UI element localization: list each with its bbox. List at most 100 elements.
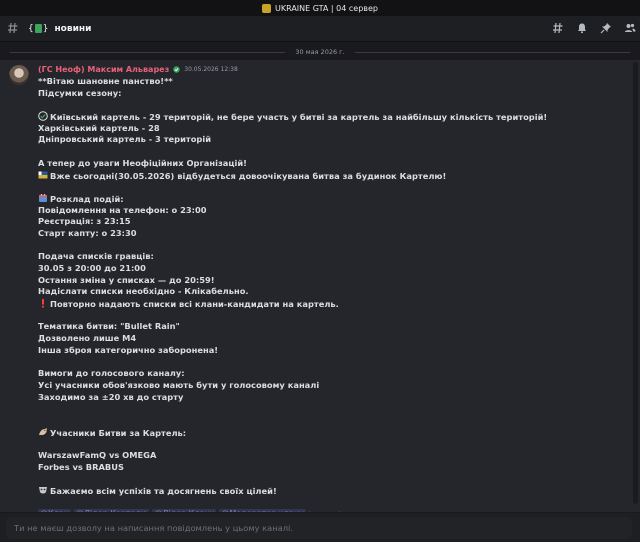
- message-item[interactable]: (ГС Неоф) Максим Альварез 30.05.2026 12:…: [0, 60, 640, 512]
- message-line[interactable]: Надіслати списки необхідно - Клікабельно…: [38, 286, 598, 298]
- check-circle-icon: [38, 111, 48, 121]
- message-line: Київський картель - 29 територій, не бер…: [38, 111, 598, 123]
- window-title: UKRAINE GTA | 04 сервер: [274, 3, 379, 13]
- message-line: Розклад подій:: [38, 193, 598, 205]
- role-mention[interactable]: @Модератор клану: [219, 509, 306, 512]
- message-header: (ГС Неоф) Максим Альварез 30.05.2026 12:…: [38, 65, 238, 74]
- role-mention[interactable]: @Лідер Клану: [152, 509, 217, 512]
- date-divider-label: 30 мая 2026 г.: [295, 48, 345, 56]
- message-line: Вже сьогодні(30.05.2026) відбудеться дов…: [38, 170, 598, 182]
- message-line-text: Повідомлення на телефон: о 23:00: [38, 204, 207, 215]
- threads-icon[interactable]: [552, 22, 564, 34]
- pin-icon[interactable]: [600, 22, 612, 34]
- calendar-icon: [38, 193, 48, 203]
- message-line: Бажаємо всім успіхів та досягнень своїх …: [38, 485, 598, 497]
- scrollbar-thumb[interactable]: [633, 62, 638, 504]
- message-line-text: Бажаємо всім успіхів та досягнень своїх …: [50, 486, 277, 497]
- message-line-text: Дніпровський картель - 3 територій: [38, 134, 212, 145]
- message-line-text: 30.05 з 20:00 до 21:00: [38, 263, 146, 273]
- message-line-text: Підсумки сезону:: [38, 87, 122, 98]
- message-line-text: Київський картель - 29 територій, не бер…: [50, 112, 548, 123]
- threads-hash-icon[interactable]: [7, 22, 19, 36]
- message-line: Подача списків гравців:: [38, 251, 598, 263]
- message-line: WarszawFamQ vs OMEGA: [38, 450, 598, 462]
- message-line-text: Надіслати списки необхідно - Клікабельно…: [38, 286, 249, 297]
- channel-header: {} новини: [0, 16, 640, 42]
- header-toolbar: [552, 22, 636, 34]
- divider-line: [10, 51, 286, 53]
- mask-icon: [38, 485, 48, 495]
- message-line-text: Тематика битви: "Bullet Rain": [38, 321, 180, 332]
- message-timestamp: 30.05.2026 12:38: [184, 66, 238, 73]
- composer-disabled-box: Ти не маєш дозволу на написання повідомл…: [6, 516, 632, 539]
- members-icon[interactable]: [624, 22, 636, 34]
- emoji-brace-right: }: [42, 23, 49, 34]
- message-line: Повторно надають списки всі клани-кандид…: [38, 298, 598, 310]
- role-mention[interactable]: @Лідер Картелю: [73, 509, 150, 512]
- message-line: **Вітаю шановне панство!**: [38, 76, 598, 88]
- emoji-brace-left: {: [28, 23, 34, 34]
- message-line: Вимоги до голосового каналу:: [38, 368, 598, 380]
- message-line-text: Forbes vs BRABUS: [38, 461, 124, 472]
- message-line: Інша зброя категорично заборонена!: [38, 345, 598, 357]
- message-content: **Вітаю шановне панство!** Підсумки сезон…: [38, 76, 598, 512]
- message-line-text: Усі учасники обов'язково мають бути у го…: [38, 379, 320, 390]
- message-line-text: Остання зміна у списках — до 20:59!: [38, 274, 215, 285]
- message-line: Остання зміна у списках — до 20:59!: [38, 275, 598, 287]
- avatar[interactable]: [9, 65, 29, 85]
- mentions-row: @Клан@Лідер Картелю@Лідер Клану@Модерато…: [38, 509, 598, 512]
- message-line-text: Харківський картель - 28: [38, 122, 160, 133]
- message-line: Реєстрація: з 23:15: [38, 216, 598, 228]
- server-icon: [261, 3, 271, 13]
- message-line-text: А тепер до уваги Неофіційних Організацій…: [38, 157, 247, 168]
- bell-icon[interactable]: [576, 22, 588, 34]
- message-line-text: Заходимо за ±20 хв до старту: [38, 391, 184, 402]
- edited-label: (изменено): [309, 511, 341, 512]
- message-line-text: Учасники Битви за Картель:: [50, 427, 187, 438]
- message-line-text: Реєстрація: з 23:15: [38, 216, 131, 227]
- channel-emoji: {}: [28, 24, 48, 34]
- green-square-icon: [34, 24, 42, 33]
- message-line: Дніпровський картель - 3 територій: [38, 134, 598, 146]
- channel-name: новини: [54, 23, 92, 34]
- message-line-text: Вимоги до голосового каналу:: [38, 368, 185, 379]
- role-mention[interactable]: @Клан: [38, 509, 71, 512]
- role-badge-icon: [173, 66, 180, 73]
- message-line: Підсумки сезону:: [38, 88, 598, 100]
- scrollbar[interactable]: [633, 62, 638, 504]
- message-line: Харківський картель - 28: [38, 123, 598, 135]
- author-name[interactable]: (ГС Неоф) Максим Альварез: [38, 65, 169, 74]
- composer-placeholder: Ти не маєш дозволу на написання повідомл…: [14, 522, 293, 533]
- message-line: 30.05 з 20:00 до 21:00: [38, 263, 598, 275]
- window-titlebar: UKRAINE GTA | 04 сервер: [0, 0, 640, 16]
- message-line-text: WarszawFamQ vs OMEGA: [38, 450, 157, 460]
- message-line-text: Старт капту: о 23:30: [38, 227, 137, 238]
- composer-bar: Ти не маєш дозволу на написання повідомл…: [0, 513, 640, 542]
- message-line-text: Вже сьогодні(30.05.2026) відбудеться дов…: [50, 170, 447, 181]
- flag-icon: [38, 170, 48, 180]
- message-line: Тематика битви: "Bullet Rain": [38, 321, 598, 333]
- message-line-text: Дозволено лише М4: [38, 333, 137, 344]
- message-line: Старт капту: о 23:30: [38, 228, 598, 240]
- message-line: А тепер до уваги Неофіційних Організацій…: [38, 158, 598, 170]
- message-line-text: **Вітаю шановне панство!**: [38, 76, 173, 86]
- exclamation-icon: [38, 298, 48, 308]
- message-line: Усі учасники обов'язково мають бути у го…: [38, 380, 598, 392]
- message-line-text: Повторно надають списки всі клани-кандид…: [50, 299, 339, 310]
- dragon-icon: [38, 427, 48, 437]
- message-line: Forbes vs BRABUS: [38, 462, 598, 474]
- message-line: Повідомлення на телефон: о 23:00: [38, 205, 598, 217]
- date-divider: 30 мая 2026 г.: [0, 46, 640, 58]
- divider-line: [354, 51, 631, 53]
